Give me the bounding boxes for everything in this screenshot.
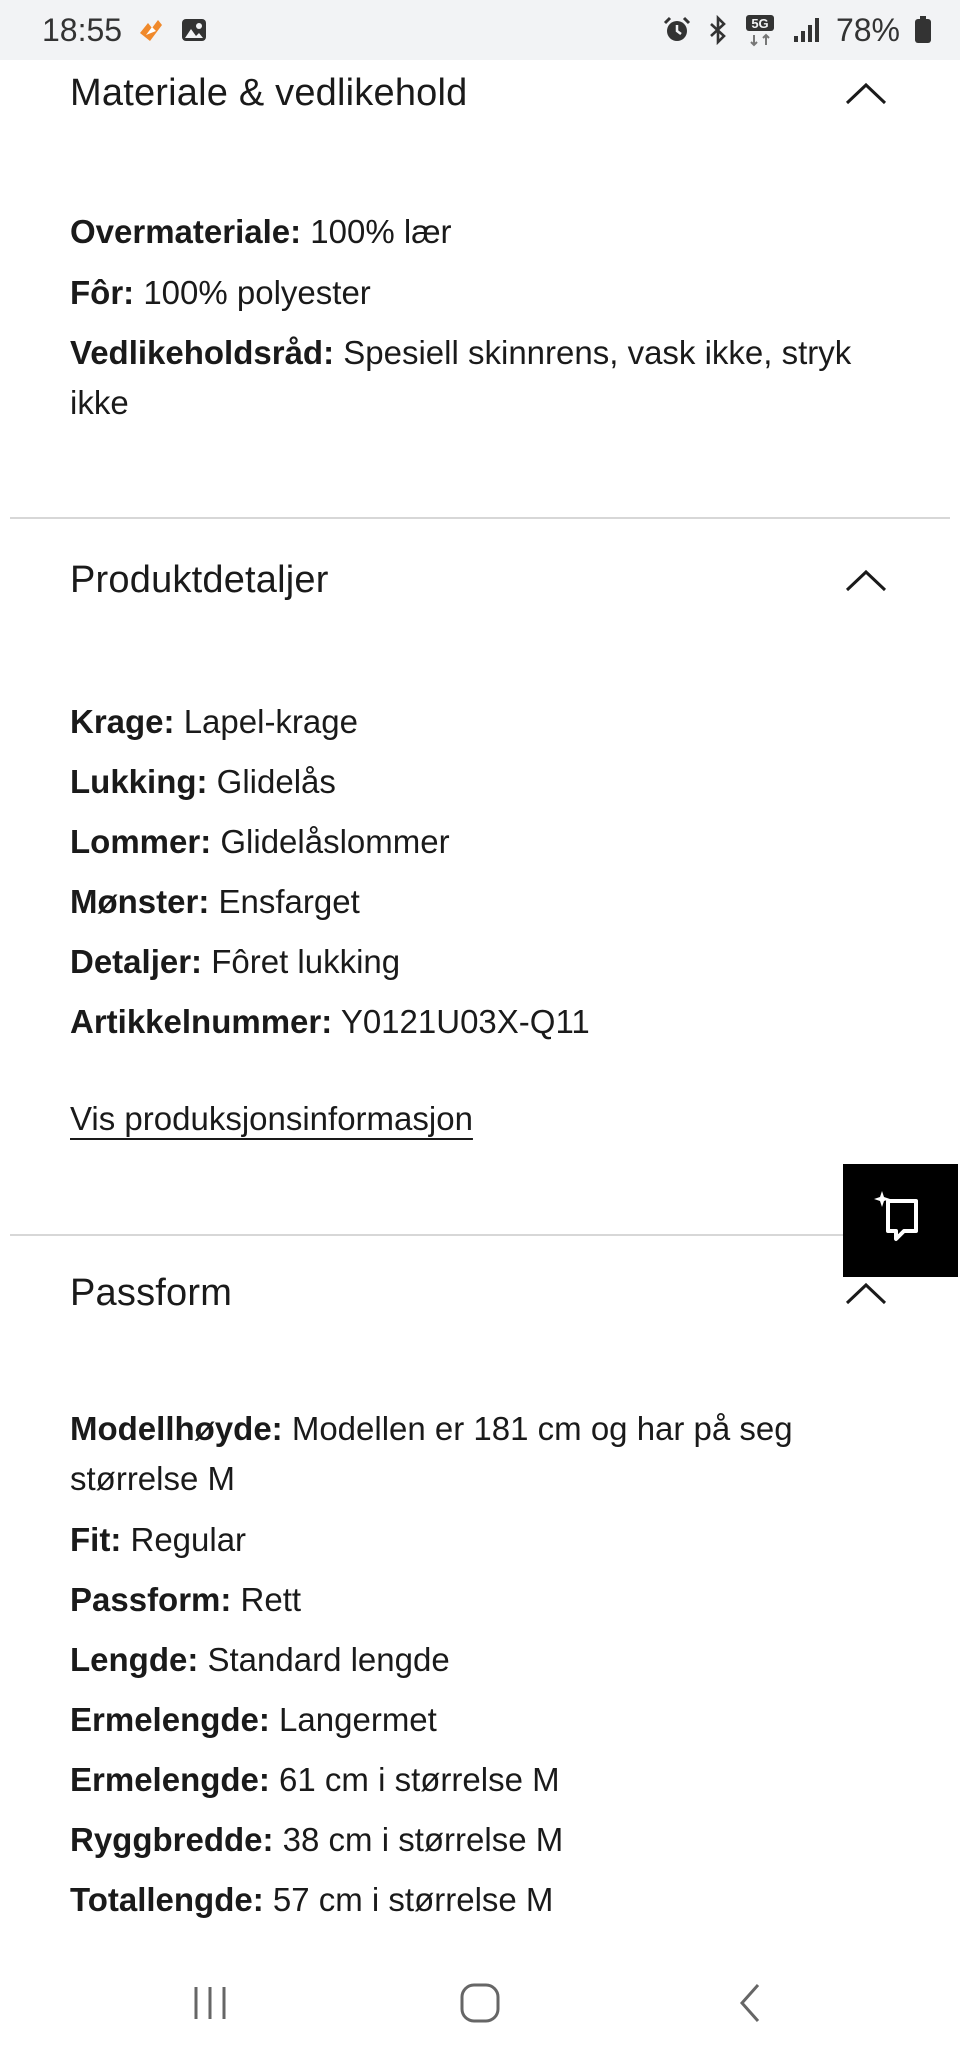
status-time: 18:55 [42, 11, 123, 48]
property-label: Mønster: [70, 883, 210, 920]
fit-row: Passform: Rett [70, 1575, 880, 1625]
property-label: Ermelengde: [70, 1701, 270, 1738]
property-label: Totallengde: [70, 1881, 264, 1918]
property-value: Fôret lukking [202, 943, 401, 980]
recent-apps-button[interactable] [180, 1975, 240, 2031]
material-row: Fôr: 100% polyester [70, 268, 880, 318]
status-bar: 18:55 5G 78% [0, 0, 960, 60]
fit-row: Lengde: Standard lengde [70, 1635, 880, 1685]
5g-icon: 5G [744, 13, 778, 47]
property-value: 38 cm i størrelse M [273, 1821, 564, 1858]
section-title-material: Materiale & vedlikehold [70, 72, 468, 114]
material-row: Overmateriale: 100% lær [70, 207, 880, 257]
details-row: Krage: Lapel-krage [70, 697, 880, 747]
property-label: Vedlikeholdsråd: [70, 334, 335, 371]
status-left: 18:55 [42, 12, 208, 49]
property-value: Standard lengde [198, 1641, 450, 1678]
fit-row: Ryggbredde: 38 cm i størrelse M [70, 1815, 880, 1865]
property-label: Krage: [70, 703, 175, 740]
section-title-details: Produktdetaljer [70, 559, 329, 601]
home-button[interactable] [450, 1975, 510, 2031]
property-label: Ermelengde: [70, 1761, 270, 1798]
property-value: Glidelås [207, 763, 336, 800]
section-divider [10, 1234, 950, 1236]
property-value: Glidelåslommer [211, 823, 450, 860]
bluetooth-icon [706, 15, 730, 45]
property-value: Regular [121, 1521, 247, 1558]
section-header-fit[interactable]: Passform [70, 1272, 890, 1315]
fit-row: Totallengde: 57 cm i størrelse M [70, 1875, 880, 1925]
details-row: Detaljer: Fôret lukking [70, 937, 880, 987]
5g-label: 5G [751, 16, 768, 31]
back-icon [739, 1984, 760, 2022]
property-label: Detaljer: [70, 943, 203, 980]
property-label: Ryggbredde: [70, 1821, 274, 1858]
chevron-up-icon[interactable] [842, 79, 890, 109]
fit-row: Modellhøyde: Modellen er 181 cm og har p… [70, 1404, 880, 1504]
fire-app-icon [136, 15, 166, 45]
crop-ai-icon [870, 1187, 932, 1254]
chevron-up-icon[interactable] [842, 1279, 890, 1309]
property-value: Ensfarget [209, 883, 360, 920]
details-row: Lommer: Glidelåslommer [70, 817, 880, 867]
property-value: Rett [231, 1581, 302, 1618]
property-label: Overmateriale: [70, 213, 302, 250]
property-value: 61 cm i størrelse M [269, 1761, 560, 1798]
battery-icon [914, 15, 932, 45]
production-info-link[interactable]: Vis produksjonsinformasjon [70, 1100, 473, 1138]
property-label: Artikkelnummer: [70, 1003, 333, 1040]
chevron-up-icon[interactable] [842, 566, 890, 596]
battery-percent: 78% [835, 11, 900, 48]
property-value: Langermet [269, 1701, 437, 1738]
section-header-details[interactable]: Produktdetaljer [70, 559, 890, 602]
back-button[interactable] [720, 1975, 780, 2031]
home-icon [460, 1983, 500, 2023]
property-label: Lommer: [70, 823, 212, 860]
section-title-fit: Passform [70, 1272, 233, 1314]
property-label: Fit: [70, 1521, 122, 1558]
property-value: Lapel-krage [174, 703, 358, 740]
property-label: Fôr: [70, 274, 135, 311]
property-value: 100% lær [301, 213, 452, 250]
system-nav-bar [0, 1945, 960, 2059]
material-row: Vedlikeholdsråd: Spesiell skinnrens, vas… [70, 328, 880, 428]
fit-row: Fit: Regular [70, 1515, 880, 1565]
screenshot-crop-button[interactable] [843, 1164, 958, 1277]
property-value: 57 cm i størrelse M [263, 1881, 554, 1918]
section-divider [10, 517, 950, 519]
fit-row: Ermelengde: Langermet [70, 1695, 880, 1745]
status-right: 5G 78% [662, 12, 932, 49]
property-label: Modellhøyde: [70, 1410, 283, 1447]
details-row: Lukking: Glidelås [70, 757, 880, 807]
details-row: Mønster: Ensfarget [70, 877, 880, 927]
property-label: Lukking: [70, 763, 208, 800]
alarm-icon [662, 15, 692, 45]
details-row: Artikkelnummer: Y0121U03X-Q11 [70, 997, 880, 1047]
gallery-icon [180, 16, 208, 44]
property-value: 100% polyester [134, 274, 371, 311]
property-label: Lengde: [70, 1641, 199, 1678]
signal-icon [792, 16, 822, 44]
section-header-material[interactable]: Materiale & vedlikehold [70, 72, 890, 115]
recent-apps-icon [194, 1987, 226, 2019]
property-value: Y0121U03X-Q11 [332, 1003, 590, 1040]
fit-row: Ermelengde: 61 cm i størrelse M [70, 1755, 880, 1805]
property-label: Passform: [70, 1581, 232, 1618]
